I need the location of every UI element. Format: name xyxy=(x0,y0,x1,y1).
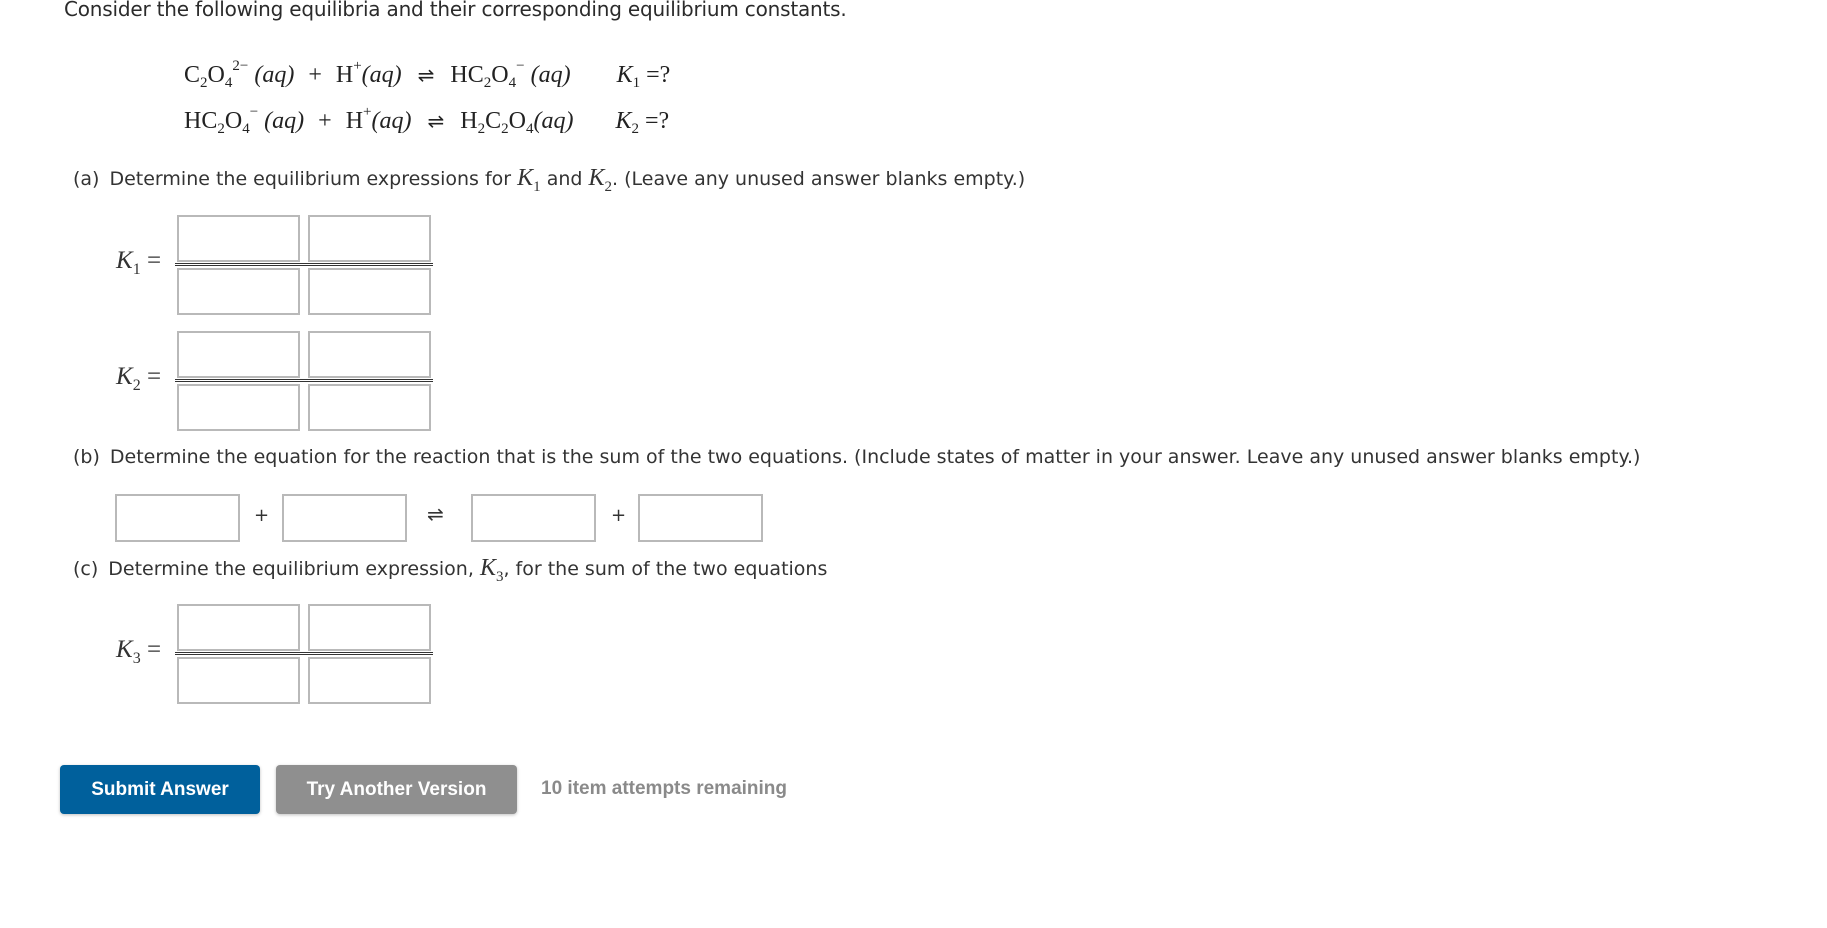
k3-numerator-2[interactable] xyxy=(308,604,431,651)
k2-denominator-2[interactable] xyxy=(308,384,431,431)
k3-label: K3 = xyxy=(116,636,162,667)
k1-numerator-2-input[interactable] xyxy=(310,217,429,260)
k3-denominator-2[interactable] xyxy=(308,657,431,704)
k3-numerator-1[interactable] xyxy=(177,604,300,651)
k2-label: K2 = xyxy=(116,363,162,394)
reactant-1-field[interactable] xyxy=(115,494,240,542)
product-1-input[interactable] xyxy=(473,496,594,540)
eq2-reactant2: H+(aq) xyxy=(345,104,412,134)
try-another-version-button[interactable]: Try Another Version xyxy=(276,765,517,814)
reactant-2-field[interactable] xyxy=(282,494,407,542)
submit-answer-button[interactable]: Submit Answer xyxy=(60,765,260,814)
k2-fraction-bar xyxy=(175,379,433,382)
k3-numerator-1-input[interactable] xyxy=(179,606,298,649)
k1-symbol: K1 xyxy=(517,165,541,195)
k1-denominator-1[interactable] xyxy=(177,268,300,315)
plus-sign: + xyxy=(611,505,627,526)
eq2-constant: K2 =? xyxy=(615,108,670,137)
k2-symbol: K2 xyxy=(588,165,613,195)
eq2-product: H2C2O4(aq) xyxy=(460,108,574,137)
k1-numerator-1[interactable] xyxy=(177,215,300,262)
k3-fraction-bar xyxy=(175,652,433,655)
attempts-remaining: 10 item attempts remaining xyxy=(541,778,788,799)
k2-numerator-1-input[interactable] xyxy=(179,333,298,376)
k2-numerator-2[interactable] xyxy=(308,331,431,378)
k2-numerator-2-input[interactable] xyxy=(310,333,429,376)
part-c-question: (c) Determine the equilibrium expression,… xyxy=(73,555,828,585)
product-2-field[interactable] xyxy=(638,494,763,542)
product-1-field[interactable] xyxy=(471,494,596,542)
eq1-product: HC2O4− (aq) xyxy=(450,58,571,91)
part-a-tag: (a) xyxy=(73,168,100,190)
k1-numerator-2[interactable] xyxy=(308,215,431,262)
part-b-tag: (b) xyxy=(73,446,100,468)
plus-sign: + xyxy=(318,108,332,134)
k2-numerator-1[interactable] xyxy=(177,331,300,378)
part-b-question: (b) Determine the equation for the reacti… xyxy=(73,446,1641,468)
plus-sign: + xyxy=(254,505,270,526)
equation-1: C2O42− (aq) + H+(aq) ⇌ HC2O4− (aq) K1 =? xyxy=(184,58,670,92)
product-2-input[interactable] xyxy=(640,496,761,540)
eq1-reactant1: C2O42− (aq) xyxy=(184,58,295,91)
plus-sign: + xyxy=(308,62,322,88)
k3-denominator-1[interactable] xyxy=(177,657,300,704)
eq1-reactant2: H+(aq) xyxy=(335,58,402,88)
equation-2: HC2O4− (aq) + H+(aq) ⇌ H2C2O4(aq) K2 =? xyxy=(184,104,669,138)
k3-numerator-2-input[interactable] xyxy=(310,606,429,649)
k1-denominator-2[interactable] xyxy=(308,268,431,315)
reactant-1-input[interactable] xyxy=(117,496,238,540)
k2-denominator-1-input[interactable] xyxy=(179,386,298,429)
part-a-question: (a) Determine the equilibrium expressions… xyxy=(73,165,1026,195)
equilibrium-arrow-icon: ⇌ xyxy=(417,63,435,87)
k1-label: K1 = xyxy=(116,247,162,278)
intro-text: Consider the following equilibria and th… xyxy=(64,0,847,21)
equilibrium-arrow-icon: ⇌ xyxy=(427,109,445,133)
k1-denominator-2-input[interactable] xyxy=(310,270,429,313)
k2-denominator-1[interactable] xyxy=(177,384,300,431)
k3-denominator-1-input[interactable] xyxy=(179,659,298,702)
part-c-tag: (c) xyxy=(73,558,99,580)
k3-denominator-2-input[interactable] xyxy=(310,659,429,702)
k1-denominator-1-input[interactable] xyxy=(179,270,298,313)
k3-symbol: K3 xyxy=(479,555,504,585)
eq2-reactant1: HC2O4− (aq) xyxy=(184,104,305,137)
equilibrium-arrow-icon: ⇌ xyxy=(427,502,444,526)
k1-numerator-1-input[interactable] xyxy=(179,217,298,260)
eq1-constant: K1 =? xyxy=(616,62,671,91)
k1-fraction-bar xyxy=(175,263,433,266)
reactant-2-input[interactable] xyxy=(284,496,405,540)
k2-denominator-2-input[interactable] xyxy=(310,386,429,429)
